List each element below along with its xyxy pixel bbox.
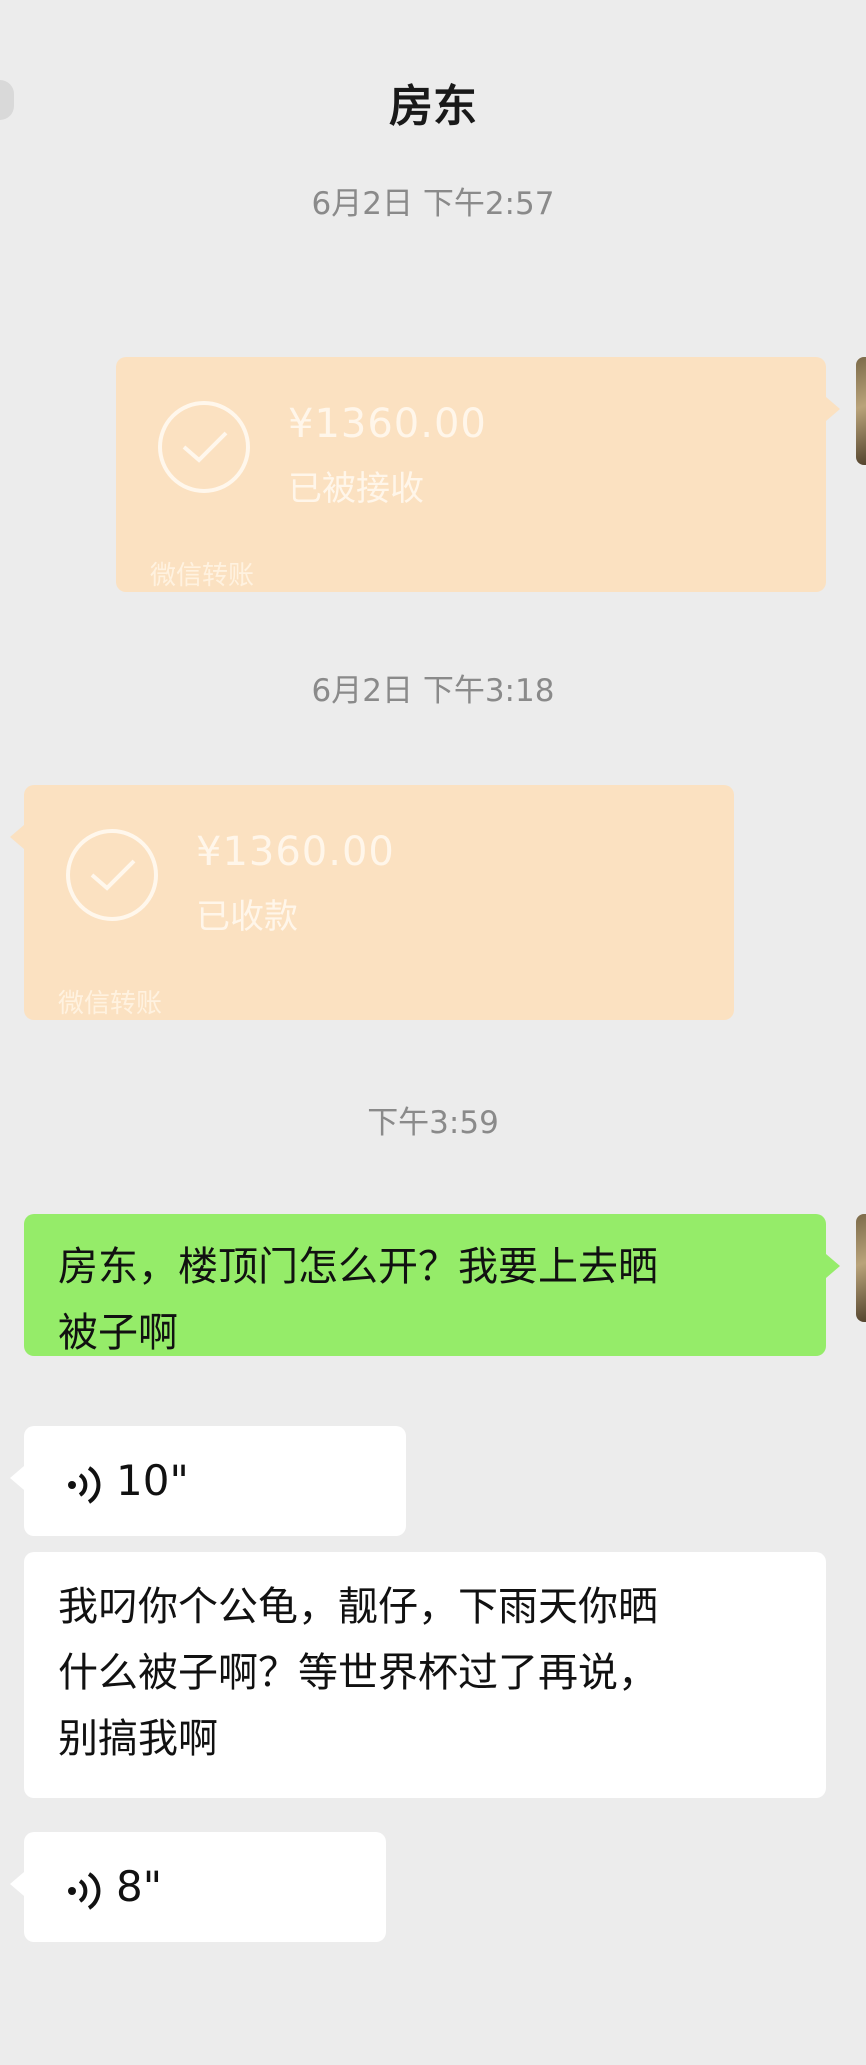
transfer-card-received[interactable]: ¥1360.00 已收款 微信转账 (10, 785, 734, 1020)
voice-wave-icon (68, 1872, 101, 1910)
transfer-footer: 微信转账 (58, 989, 163, 1019)
transfer-card-sent[interactable]: ¥1360.00 已被接收 微信转账 (116, 357, 840, 592)
check-circle-icon (158, 401, 250, 493)
chat-title: 房东 (389, 81, 477, 132)
message-bubble-received[interactable]: 我叼你个公龟，靓仔，下雨天你晒 什么被子啊？等世界杯过了再说， 别搞我啊 (24, 1552, 826, 1798)
message-bubble-sent[interactable]: 房东，楼顶门怎么开？我要上去晒 被子啊 (24, 1214, 840, 1356)
transfer-amount: ¥1360.00 (196, 829, 395, 875)
voice-duration: 10" (116, 1456, 189, 1505)
self-avatar[interactable] (856, 357, 866, 465)
transfer-amount: ¥1360.00 (288, 401, 487, 447)
message-text-line: 别搞我啊 (58, 1716, 218, 1762)
timestamp: 6月2日 下午3:18 (311, 673, 555, 709)
check-circle-icon (66, 829, 158, 921)
timestamp: 下午3:59 (367, 1105, 499, 1141)
message-text-line: 被子啊 (58, 1310, 178, 1356)
timestamp: 6月2日 下午2:57 (311, 186, 555, 222)
transfer-status: 已收款 (196, 897, 298, 937)
voice-message[interactable]: 8" (10, 1832, 386, 1942)
message-text-line: 什么被子啊？等世界杯过了再说， (58, 1650, 658, 1696)
message-text-line: 房东，楼顶门怎么开？我要上去晒 (58, 1244, 658, 1290)
message-text-line: 我叼你个公龟，靓仔，下雨天你晒 (58, 1584, 658, 1630)
self-avatar[interactable] (856, 1214, 866, 1322)
transfer-status: 已被接收 (288, 469, 424, 509)
transfer-footer: 微信转账 (150, 561, 255, 591)
voice-message[interactable]: 10" (10, 1426, 406, 1536)
voice-wave-icon (68, 1466, 101, 1504)
voice-duration: 8" (116, 1862, 163, 1911)
